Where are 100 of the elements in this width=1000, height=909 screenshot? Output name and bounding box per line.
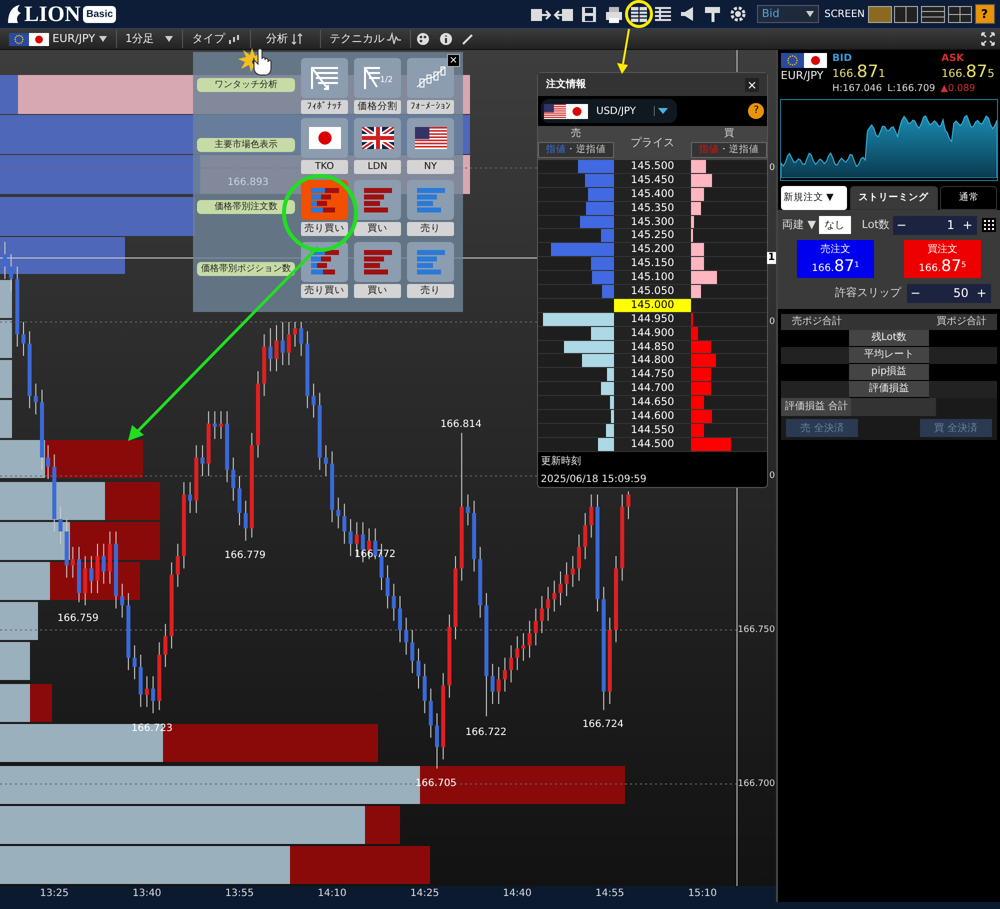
decrement-button[interactable]: − xyxy=(906,284,924,303)
help-button[interactable]: ? xyxy=(748,103,764,119)
pair-select[interactable]: EUR/JPY xyxy=(2,30,113,48)
pair-select[interactable]: USD/JPY xyxy=(540,99,677,123)
option-label: 売り買い xyxy=(301,222,348,236)
axis-label: 14:25 xyxy=(410,887,440,901)
price-cell: 144.950 xyxy=(614,312,691,326)
price-label: 166.893 xyxy=(227,176,269,190)
price-cell: 144.500 xyxy=(614,438,691,451)
menu-label: タイプ xyxy=(192,30,225,47)
option-label: 売り xyxy=(407,284,454,298)
low-price: L:166.709 xyxy=(887,82,936,96)
price-cell: 144.600 xyxy=(614,410,691,423)
pair-label: USD/JPY xyxy=(596,104,637,118)
hedge-toggle[interactable]: なし xyxy=(818,216,851,234)
price-cell: 144.750 xyxy=(614,368,691,382)
price-cell: 144.800 xyxy=(614,354,691,368)
quote-price: 166.875 xyxy=(941,64,994,82)
row-label: 平均レート xyxy=(849,347,929,364)
tab[interactable]: 通常 xyxy=(940,186,998,210)
price-label: 166.722 xyxy=(465,726,507,740)
high-price: H:167.046 xyxy=(832,82,882,96)
price-cell: 145.500 xyxy=(614,160,691,173)
timeframe-select[interactable]: 1分足 xyxy=(119,30,180,48)
axis-label: 14:55 xyxy=(595,887,624,901)
lot-label: Lot数 xyxy=(862,217,890,233)
timeframe-label: 1分足 xyxy=(125,30,154,47)
price-cell: 144.850 xyxy=(614,340,691,354)
option-label: ﾌｨﾎﾞﾅｯﾁ xyxy=(301,100,348,114)
column-header: プライス xyxy=(629,135,676,151)
price-cell: 145.400 xyxy=(614,188,691,201)
axis-label: 0 xyxy=(769,316,775,329)
buy-order-button[interactable]: 買注文 166.87$^{5}$ xyxy=(904,240,981,278)
option-label: 買い xyxy=(354,222,401,236)
decrement-button[interactable]: − xyxy=(892,216,910,235)
screen-label: SCREEN xyxy=(824,8,865,22)
price-cell: 145.150 xyxy=(614,257,691,270)
menu-button[interactable]: テクニカル xyxy=(323,30,407,48)
price-cell: 145.200 xyxy=(614,243,691,256)
menu-row-label: 価格帯別ポジション数 xyxy=(197,262,295,276)
axis-label: 166.750 xyxy=(738,624,775,638)
price-cell: 144.900 xyxy=(614,326,691,340)
dropdown-label: 新規注文 xyxy=(784,190,824,205)
menu-row-label: 主要市場色表示 xyxy=(197,138,295,152)
menu-row-label: ワンタッチ分析 xyxy=(197,78,295,92)
price-label: 166.814 xyxy=(440,418,482,432)
option-label: 買い xyxy=(354,284,401,298)
axis-label: 0 xyxy=(769,162,775,175)
price-cell: 145.450 xyxy=(614,174,691,187)
menu-row-label: 価格帯別注文数 xyxy=(197,200,295,214)
help-button[interactable]: ? xyxy=(974,4,994,24)
menu-button[interactable]: 分析 xyxy=(254,30,317,48)
column-header: 買ポジ合計 xyxy=(936,314,986,330)
fraction-label: 1/2 xyxy=(380,75,392,84)
price-change: ▲0.089 xyxy=(940,82,976,96)
menu-button[interactable]: タイプ xyxy=(186,30,248,48)
pair-label: EUR/JPY xyxy=(780,68,824,84)
tab[interactable]: ストリーミング xyxy=(850,186,938,210)
slippage-field[interactable]: 50 xyxy=(924,284,972,303)
menu-label: 分析 xyxy=(266,30,288,47)
axis-label: 13:25 xyxy=(40,887,69,901)
close-button[interactable]: × xyxy=(447,54,460,67)
axis-label: 14:40 xyxy=(502,887,532,901)
price-cell: 144.650 xyxy=(614,396,691,410)
caret-icon: ▼ xyxy=(826,190,834,205)
column-header: 買 xyxy=(722,127,735,141)
axis-label: 14:10 xyxy=(318,887,346,901)
total-label: 評価損益 合計 xyxy=(780,398,851,416)
lot-field[interactable]: 1 xyxy=(910,216,958,235)
select-value: Bid xyxy=(762,6,780,22)
axis-label: 15:10 xyxy=(688,887,717,901)
sell-order-button[interactable]: 売注文 166.87$^{1}$ xyxy=(797,240,874,278)
price-cell: 145.300 xyxy=(614,216,691,228)
price-cell: 145.350 xyxy=(614,202,691,215)
price-cell: 144.550 xyxy=(614,424,691,437)
price-label: 166.724 xyxy=(582,718,624,732)
price-cell: 145.050 xyxy=(614,285,691,298)
order-type-dropdown[interactable]: 新規注文 ▼ xyxy=(780,186,847,210)
row-label: 評価損益 xyxy=(849,381,929,398)
crosshair-price-tag: 1 xyxy=(767,252,776,264)
row-label: pip損益 xyxy=(849,364,929,382)
increment-button[interactable]: + xyxy=(958,216,976,235)
price-cell: 144.700 xyxy=(614,382,691,396)
price-type-select[interactable]: Bid xyxy=(756,5,819,23)
pair-label: EUR/JPY xyxy=(52,30,96,47)
option-label: LDN xyxy=(354,160,401,174)
increment-button[interactable]: + xyxy=(972,284,990,303)
option-label: 売り xyxy=(407,222,454,236)
filter-label: ・逆指値 xyxy=(718,143,759,157)
option-label: 売り買い xyxy=(301,284,348,298)
filter-label: ・逆指値 xyxy=(566,143,606,157)
column-header: 売 xyxy=(570,126,582,141)
quote-label: BID xyxy=(832,52,853,64)
close-button[interactable]: × xyxy=(745,78,759,92)
price-label: 166.779 xyxy=(224,549,266,563)
option-label: ﾌｫｰﾒｰｼｮﾝ xyxy=(407,100,454,114)
menu-label: テクニカル xyxy=(329,30,384,47)
hedge-label: 両建 ▼ xyxy=(782,217,816,233)
price-cell: 145.250 xyxy=(614,229,691,242)
price-label: 166.759 xyxy=(57,612,99,626)
